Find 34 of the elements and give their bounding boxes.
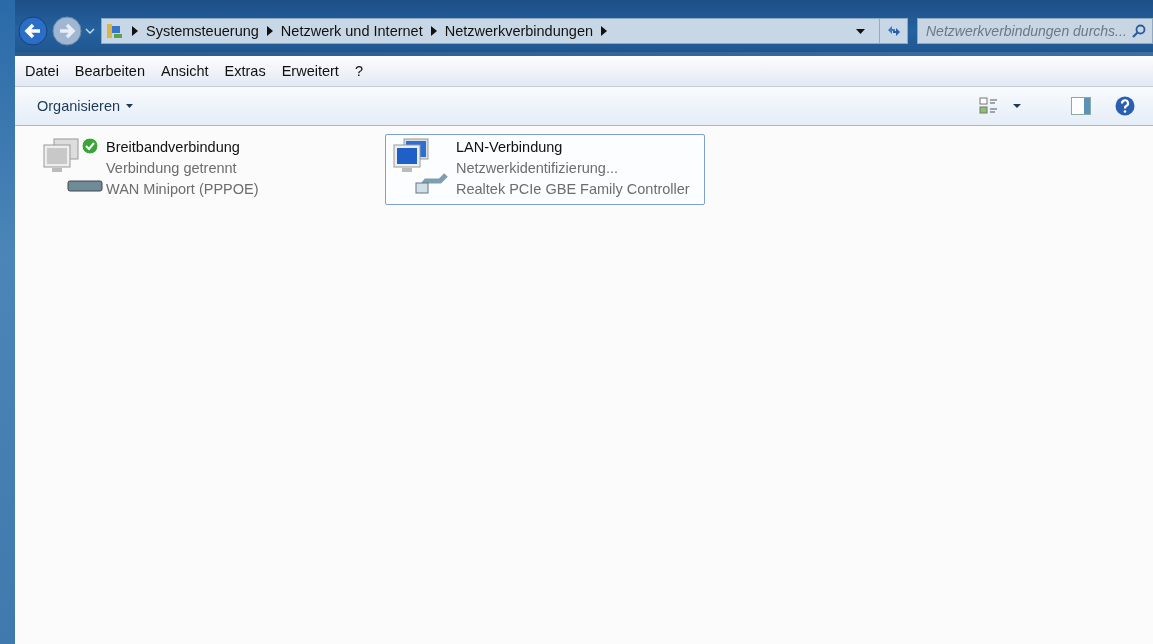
caret-icon <box>126 104 133 108</box>
connection-status: Verbindung getrennt <box>106 159 238 178</box>
address-bar[interactable]: Systemsteuerung Netzwerk und Internet Netzwerkverbindungen <box>101 18 908 44</box>
chevron-icon[interactable] <box>132 26 138 36</box>
connection-name: Breitbandverbindung <box>106 138 241 157</box>
control-panel-icon <box>106 22 124 40</box>
connection-device: WAN Miniport (PPPOE) <box>106 180 259 199</box>
forward-button[interactable] <box>51 15 83 47</box>
menu-item[interactable]: Ansicht <box>161 63 209 79</box>
chevron-icon[interactable] <box>601 26 607 36</box>
search-icon <box>1132 24 1146 38</box>
chevron-icon[interactable] <box>430 26 437 36</box>
caret-icon[interactable] <box>1013 104 1021 108</box>
connection-status: Netzwerkidentifizierung... <box>456 159 619 178</box>
menu-item[interactable]: Erweitert <box>281 63 339 79</box>
breadcrumb-item[interactable]: Netzwerkverbindungen <box>444 23 593 39</box>
help-icon[interactable] <box>1115 96 1135 116</box>
connection-item[interactable]: LAN-Verbindung Netzwerkidentifizierung... Realtek PCIe GBE Family Controller <box>385 134 705 205</box>
breadcrumb-item[interactable]: Systemsteuerung <box>146 23 259 39</box>
connection-device: Realtek PCIe GBE Family Controller <box>456 180 690 199</box>
connection-item[interactable]: Breitbandverbindung Verbindung getrennt WAN Miniport (PPPOE) <box>35 134 355 205</box>
breadcrumb-item[interactable]: Netzwerk und Internet <box>280 23 423 39</box>
back-button[interactable] <box>17 15 49 47</box>
preview-pane-icon[interactable] <box>1071 97 1091 115</box>
chevron-icon[interactable] <box>266 26 273 36</box>
menu-item[interactable]: Extras <box>224 63 266 79</box>
menu-item[interactable]: Datei <box>25 63 59 79</box>
history-dropdown-icon[interactable] <box>85 28 95 34</box>
dropdown-icon[interactable] <box>856 28 865 34</box>
menu-item[interactable]: ? <box>354 63 363 79</box>
menu-item[interactable]: Bearbeiten <box>74 63 145 79</box>
connection-name: LAN-Verbindung <box>456 138 564 157</box>
organize-button[interactable]: Organisieren <box>27 94 143 118</box>
search-field[interactable]: Netzwerkverbindungen durchs... <box>917 18 1153 44</box>
